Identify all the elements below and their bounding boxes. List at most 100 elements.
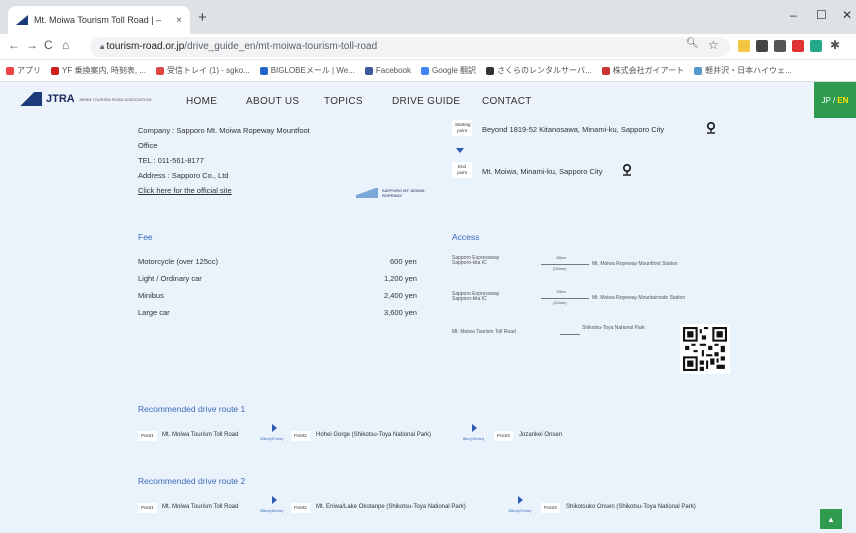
fee-heading: Fee: [138, 232, 153, 242]
access-line: [560, 334, 580, 335]
maximize-button[interactable]: ☐: [816, 8, 827, 22]
route-arrow-icon: [272, 424, 277, 432]
forward-icon[interactable]: →: [26, 38, 38, 52]
qr-code: [680, 324, 730, 374]
nav-topics[interactable]: TOPICS: [324, 96, 363, 107]
point-name: Hohei Gorge (Shikotsu-Toya National Park…: [316, 432, 432, 438]
fee-row-label: Large car: [138, 308, 170, 317]
browser-tabstrip: Mt. Moiwa Tourism Toll Road | – × + – ☐ …: [0, 0, 856, 34]
point-tag: Point2: [291, 503, 310, 513]
company-name: Company : Sapporo Mt. Moiwa Ropeway Moun…: [138, 126, 310, 135]
end-point-label: End point: [452, 162, 472, 178]
point-name: Mt. Moiwa Tourism Toll Road: [162, 504, 239, 510]
extension-icon[interactable]: [792, 40, 804, 52]
url-field[interactable]: 🔒︎ tourism-road.or.jp/drive_guide_en/mt-…: [90, 37, 730, 57]
bookmark-item[interactable]: YF 乗換案内, 時刻表, ...: [51, 65, 146, 76]
tab-title: Mt. Moiwa Tourism Toll Road | –: [34, 15, 162, 25]
starting-point-value: Beyond 1819-52 Kitanosawa, Minami-ku, Sa…: [482, 125, 665, 134]
new-tab-button[interactable]: +: [198, 9, 207, 26]
company-tel: TEL : 011-561-8177: [138, 156, 204, 165]
access-distance: 18km: [556, 255, 566, 260]
lang-en[interactable]: EN: [837, 96, 848, 105]
extension-icon[interactable]: [774, 40, 786, 52]
url-host: tourism-road.or.jp: [106, 41, 185, 52]
point-tag: Point3: [494, 431, 513, 441]
back-to-top-button[interactable]: ▲: [820, 509, 842, 529]
bookmark-item[interactable]: 受信トレイ (1) - sgko...: [156, 65, 250, 76]
site-header: JTRA JAPAN TOURISM ROAD ASSOCIATION HOME…: [0, 82, 856, 118]
access-from: Sapporo Expressway Sapporo-kita IC: [452, 255, 500, 266]
down-arrow-icon: [456, 148, 464, 153]
access-time: (22min): [553, 300, 567, 305]
route-arrow-icon: [472, 424, 477, 432]
route-arrow-icon: [272, 496, 277, 504]
nav-about-us[interactable]: ABOUT US: [246, 96, 299, 107]
bookmark-item[interactable]: 軽井沢・日本ハイウェ...: [694, 65, 792, 76]
access-to: Mt. Moiwa Ropeway Mountfoot Station: [592, 261, 678, 267]
reload-icon[interactable]: C: [44, 38, 53, 52]
fee-row-price: 600 yen: [390, 257, 417, 266]
bookmark-item[interactable]: アプリ: [6, 65, 41, 76]
access-distance: 19km: [556, 289, 566, 294]
official-site-link[interactable]: Click here for the official site: [138, 186, 232, 195]
fee-row-price: 2,400 yen: [384, 291, 417, 300]
puzzle-icon[interactable]: ✱: [830, 38, 840, 52]
point-tag: Point1: [138, 503, 157, 513]
bookmark-item[interactable]: さくらのレンタルサーバ...: [486, 65, 592, 76]
bookmarks-bar: アプリ YF 乗換案内, 時刻表, ... 受信トレイ (1) - sgko..…: [0, 60, 856, 82]
jtra-favicon: [16, 15, 28, 25]
segment-info: 18km(21min): [508, 508, 532, 513]
fee-row-label: Motorcycle (over 125cc): [138, 257, 219, 266]
back-icon[interactable]: ←: [8, 38, 20, 52]
bookmark-item[interactable]: 株式会社ガイアート: [601, 65, 684, 76]
segment-info: 38km(46min): [260, 508, 284, 513]
mountain-logo-icon: [356, 188, 378, 198]
segment-info: 30km(37min): [260, 436, 284, 441]
nav-drive-guide[interactable]: DRIVE GUIDE: [392, 96, 460, 107]
point-tag: Point3: [541, 503, 560, 513]
segment-info: 8km(10min): [463, 436, 485, 441]
ropeway-logo: SAPPORO MT. MOIWA ROPEWAY: [356, 188, 428, 198]
close-window-button[interactable]: ✕: [842, 8, 852, 22]
access-heading: Access: [452, 232, 480, 242]
jtra-logo-icon: [20, 92, 42, 106]
lang-jp[interactable]: JP /: [822, 96, 836, 105]
bookmark-item[interactable]: Google 翻訳: [421, 65, 476, 76]
access-line: [541, 298, 589, 299]
company-office: Office: [138, 141, 158, 150]
site-logo[interactable]: JTRA JAPAN TOURISM ROAD ASSOCIATION: [20, 92, 151, 106]
point-name: Jozankei Onsen: [519, 432, 563, 438]
nav-home[interactable]: HOME: [186, 96, 217, 107]
extension-icon[interactable]: [738, 40, 750, 52]
point-name: Mt. Eniwa/Lake Okotanpe (Shikotsu-Toya N…: [316, 504, 466, 510]
extension-icon[interactable]: [756, 40, 768, 52]
bookmark-item[interactable]: BIGLOBEメール | We...: [259, 65, 355, 76]
fee-row-price: 1,200 yen: [384, 274, 417, 283]
minimize-button[interactable]: –: [790, 8, 797, 22]
point-tag: Point2: [291, 431, 310, 441]
nav-contact[interactable]: CONTACT: [482, 96, 532, 107]
star-icon[interactable]: ☆: [708, 38, 719, 52]
route-arrow-icon: [518, 496, 523, 504]
language-switch[interactable]: JP / EN: [814, 82, 856, 118]
drive-route-1-heading: Recommended drive route 1: [138, 404, 246, 414]
drive-route-2-heading: Recommended drive route 2: [138, 476, 246, 486]
extension-icon[interactable]: [810, 40, 822, 52]
starting-point-label: Starting point: [452, 120, 472, 136]
access-from: Mt. Moiwa Tourism Toll Road: [452, 329, 516, 335]
tab-close-icon[interactable]: ×: [176, 15, 182, 26]
access-time: (33min): [553, 266, 567, 271]
company-address: Address : Sapporo Co., Ltd: [138, 171, 229, 180]
home-icon[interactable]: ⌂: [62, 38, 69, 52]
access-line: [541, 264, 589, 265]
zoom-icon[interactable]: 🔍︎: [686, 38, 699, 49]
point-name: Mt. Moiwa Tourism Toll Road: [162, 432, 239, 438]
browser-tab[interactable]: Mt. Moiwa Tourism Toll Road | – ×: [8, 6, 190, 34]
point-name: Shikotsuko Onsen (Shikotsu-Toya National…: [566, 504, 696, 510]
map-pin-icon[interactable]: [706, 122, 716, 134]
end-point-value: Mt. Moiwa, Minami-ku, Sapporo City: [482, 167, 603, 176]
bookmark-item[interactable]: Facebook: [364, 66, 411, 75]
map-pin-icon[interactable]: [622, 164, 632, 176]
fee-row-price: 3,600 yen: [384, 308, 417, 317]
point-tag: Point1: [138, 431, 157, 441]
